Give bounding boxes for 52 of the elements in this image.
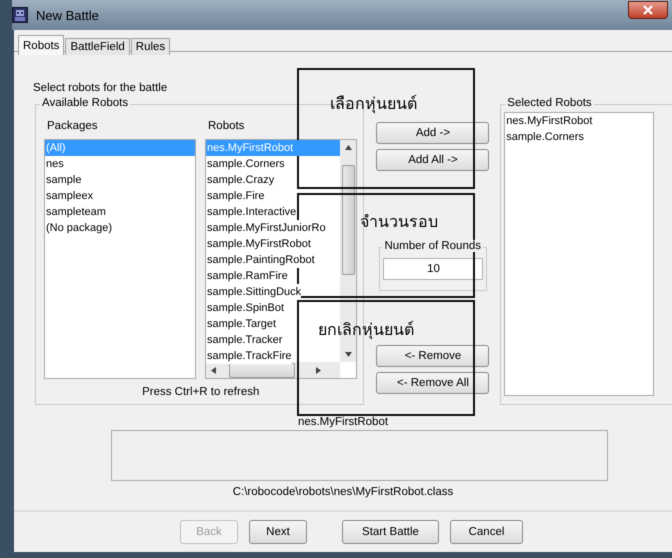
list-item[interactable]: sample.Corners xyxy=(505,129,654,145)
refresh-hint: Press Ctrl+R to refresh xyxy=(141,386,260,398)
list-item[interactable]: sample.MyFirstJuniorRo xyxy=(206,220,326,236)
list-item[interactable]: sample.MyFirstRobot xyxy=(206,236,311,252)
close-button[interactable] xyxy=(628,1,668,19)
annotation-text: จำนวนรอบ xyxy=(360,212,438,232)
list-item[interactable]: nes xyxy=(45,156,195,172)
triangle-icon[interactable] xyxy=(344,351,352,358)
annotation-text: ยกเลิกหุ่นยนต์ xyxy=(318,320,414,340)
list-item[interactable]: sample.PaintingRobot xyxy=(206,252,315,268)
robot-icon xyxy=(12,7,28,23)
triangle-icon[interactable] xyxy=(210,366,217,374)
list-item[interactable]: sample.Fire xyxy=(206,188,264,204)
list-heading: Robots xyxy=(207,120,246,134)
annotation-text: เลือกหุ่นยนต์ xyxy=(330,94,417,114)
list-item[interactable]: nes.MyFirstRobot xyxy=(505,113,654,129)
button[interactable]: Start Battle xyxy=(342,520,439,544)
list-item[interactable]: sample.RamFire xyxy=(206,268,288,284)
list-item[interactable]: sample.TrackFire xyxy=(206,348,292,364)
list-item[interactable]: sampleex xyxy=(45,188,195,204)
rounds-field[interactable]: 10 xyxy=(383,258,484,280)
list-item[interactable]: sample.Interactive xyxy=(206,204,296,220)
list-item[interactable]: sample.Crazy xyxy=(206,172,274,188)
triangle-icon[interactable] xyxy=(315,366,322,374)
window-title: New Battle xyxy=(36,8,99,22)
robot-name: nes.MyFirstRobot xyxy=(296,416,390,430)
list-item[interactable]: sample.Corners xyxy=(206,156,285,172)
list-heading: Packages xyxy=(46,120,99,134)
tab[interactable]: Robots xyxy=(18,35,64,55)
tab[interactable]: BattleField xyxy=(65,38,130,55)
group-title: Number of Rounds xyxy=(382,240,483,252)
button[interactable]: <- Remove All xyxy=(376,372,490,394)
list-item[interactable]: sample xyxy=(45,172,195,188)
button[interactable]: <- Remove xyxy=(376,345,490,367)
triangle-icon[interactable] xyxy=(344,144,352,151)
close-icon xyxy=(643,5,653,15)
button[interactable]: Add -> xyxy=(376,122,490,144)
button[interactable]: Add All -> xyxy=(376,149,490,171)
horizontal-scrollbar[interactable] xyxy=(206,362,340,378)
button[interactable]: Next xyxy=(249,520,307,544)
list-item[interactable]: sampleteam xyxy=(45,204,195,220)
list-item[interactable]: sample.Target xyxy=(206,316,276,332)
tab[interactable]: Rules xyxy=(130,38,170,55)
list-item[interactable]: sample.Tracker xyxy=(206,332,282,348)
group-title: Available Robots xyxy=(40,97,130,109)
list-item[interactable]: sample.SpinBot xyxy=(206,300,284,316)
button[interactable]: Cancel xyxy=(450,520,523,544)
list-item[interactable]: sample.SittingDuck xyxy=(206,284,302,300)
robot-path: C:\robocode\robots\nes\MyFirstRobot.class xyxy=(232,486,454,500)
group-title: Selected Robots xyxy=(505,97,594,109)
instruction-text: Select robots for the battle xyxy=(33,82,168,95)
list-item[interactable]: (No package) xyxy=(45,220,195,236)
